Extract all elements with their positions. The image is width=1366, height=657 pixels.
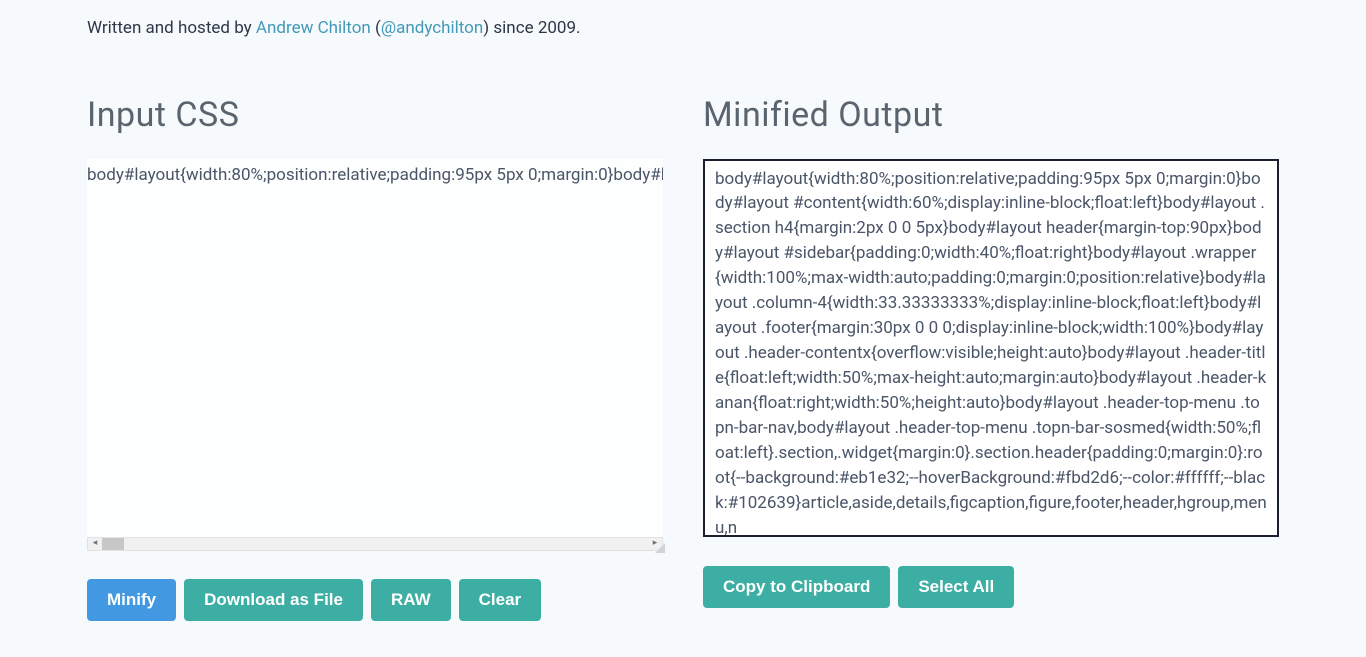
minify-button[interactable]: Minify [87, 579, 176, 621]
author-credit: Written and hosted by Andrew Chilton (@a… [59, 0, 1307, 50]
input-heading: Input CSS [87, 90, 663, 141]
output-column: Minified Output Copy to Clipboard Select… [703, 90, 1279, 621]
scroll-left-arrow[interactable]: ◂ [88, 538, 102, 550]
author-handle-link[interactable]: @andychilton [381, 18, 483, 38]
horizontal-scrollbar[interactable]: ◂ ▸ [87, 537, 663, 551]
author-link[interactable]: Andrew Chilton [256, 18, 371, 38]
select-all-button[interactable]: Select All [898, 566, 1014, 608]
credit-suffix: ) since 2009. [483, 18, 580, 38]
output-heading: Minified Output [703, 90, 1279, 141]
credit-handle-open: ( [371, 18, 381, 38]
scroll-track[interactable] [102, 538, 648, 550]
resize-handle[interactable] [655, 543, 665, 553]
input-css-textarea[interactable]: body#layout{width:80%;position:relative;… [87, 159, 663, 537]
output-textarea[interactable] [703, 159, 1279, 537]
download-button[interactable]: Download as File [184, 579, 363, 621]
copy-button[interactable]: Copy to Clipboard [703, 566, 890, 608]
clear-button[interactable]: Clear [459, 579, 542, 621]
scroll-thumb[interactable] [102, 538, 124, 550]
input-column: Input CSS body#layout{width:80%;position… [87, 90, 663, 621]
credit-prefix: Written and hosted by [87, 18, 256, 38]
raw-button[interactable]: RAW [371, 579, 451, 621]
